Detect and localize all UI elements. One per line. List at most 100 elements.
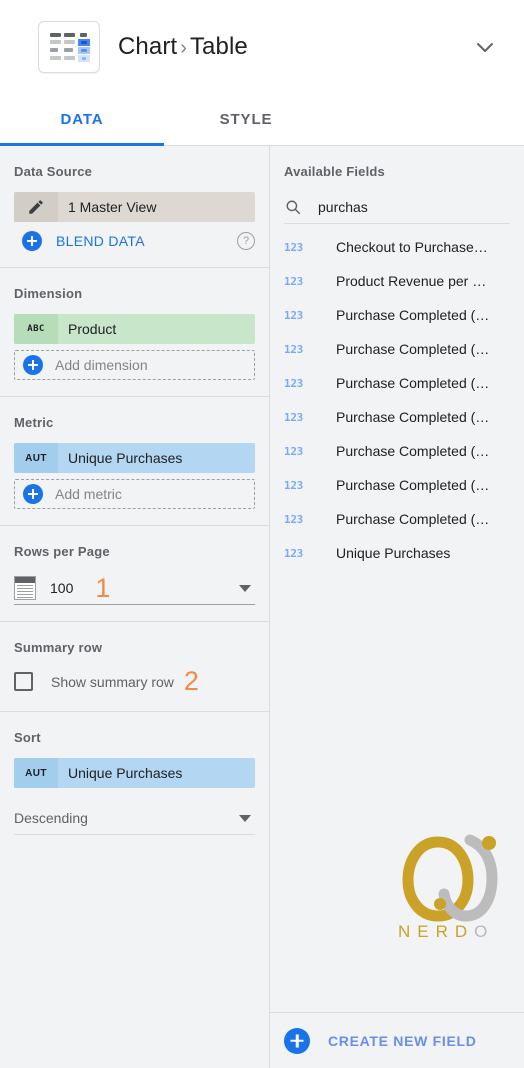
available-fields-list[interactable]: 123 Checkout to Purchase… 123 Product Re… bbox=[270, 224, 524, 1012]
tab-data[interactable]: DATA bbox=[0, 93, 164, 146]
pencil-icon[interactable] bbox=[14, 192, 58, 222]
plus-circle-icon bbox=[23, 484, 43, 504]
number-type-icon: 123 bbox=[284, 308, 303, 322]
available-fields-column: Available Fields purchas 123 Checkout to… bbox=[270, 146, 524, 1068]
list-item[interactable]: 123 Product Revenue per … bbox=[270, 264, 524, 298]
sort-direction-value: Descending bbox=[14, 810, 88, 826]
nerdo-wordmark-last: O bbox=[474, 922, 495, 941]
number-type-icon: 123 bbox=[284, 342, 303, 356]
metric-type-badge: AUT bbox=[14, 443, 58, 473]
question-mark-icon[interactable]: ? bbox=[237, 232, 255, 250]
number-type-icon: 123 bbox=[284, 410, 303, 424]
add-metric-label: Add metric bbox=[55, 486, 122, 502]
sort-direction-select[interactable]: Descending bbox=[14, 802, 255, 835]
list-item[interactable]: 123 Purchase Completed (… bbox=[270, 502, 524, 536]
show-summary-row-row[interactable]: Show summary row 2 bbox=[14, 668, 255, 695]
field-search-input[interactable]: purchas bbox=[318, 199, 368, 215]
list-item[interactable]: 123 Purchase Completed (… bbox=[270, 468, 524, 502]
metric-chip-name: Unique Purchases bbox=[68, 450, 183, 466]
field-name: Checkout to Purchase… bbox=[336, 239, 488, 255]
breadcrumb-separator-icon: › bbox=[180, 36, 187, 59]
create-new-field-button[interactable]: CREATE NEW FIELD bbox=[270, 1012, 524, 1068]
sort-type-badge: AUT bbox=[14, 758, 58, 788]
sort-chip[interactable]: AUT Unique Purchases bbox=[14, 758, 255, 788]
field-name: Purchase Completed (… bbox=[336, 477, 490, 493]
sort-chip-name: Unique Purchases bbox=[68, 765, 183, 781]
dimension-type-badge: ABC bbox=[14, 314, 58, 344]
list-item[interactable]: 123 Purchase Completed (… bbox=[270, 366, 524, 400]
number-type-icon: 123 bbox=[284, 512, 303, 526]
field-name: Purchase Completed (… bbox=[336, 409, 490, 425]
number-type-icon: 123 bbox=[284, 546, 303, 560]
tab-style-label: STYLE bbox=[219, 110, 273, 128]
question-mark-glyph: ? bbox=[242, 235, 250, 247]
list-item[interactable]: 123 Checkout to Purchase… bbox=[270, 230, 524, 264]
add-dimension-label: Add dimension bbox=[55, 357, 148, 373]
nerdo-logo: NERDO bbox=[392, 828, 522, 948]
properties-column: Data Source 1 Master View BLEND DATA ? D… bbox=[0, 146, 270, 1068]
list-item[interactable]: 123 Purchase Completed (… bbox=[270, 434, 524, 468]
number-type-icon: 123 bbox=[284, 444, 303, 458]
section-sort: Sort AUT Unique Purchases Descending bbox=[0, 712, 269, 851]
panel-body: Data Source 1 Master View BLEND DATA ? D… bbox=[0, 146, 524, 1068]
chevron-down-icon[interactable] bbox=[468, 30, 502, 64]
available-fields-label: Available Fields bbox=[284, 164, 385, 179]
pencil-glyph bbox=[29, 200, 43, 214]
caret-down-icon[interactable] bbox=[239, 584, 251, 592]
tab-style[interactable]: STYLE bbox=[164, 93, 328, 145]
field-name: Purchase Completed (… bbox=[336, 307, 490, 323]
list-item[interactable]: 123 Unique Purchases bbox=[270, 536, 524, 570]
chevron-down-glyph bbox=[477, 42, 493, 52]
data-source-label: Data Source bbox=[14, 164, 93, 179]
table-chart-glyph bbox=[50, 32, 90, 62]
blend-data-row[interactable]: BLEND DATA ? bbox=[14, 231, 255, 251]
field-name: Unique Purchases bbox=[336, 545, 451, 561]
search-icon bbox=[286, 200, 301, 214]
field-name: Purchase Completed (… bbox=[336, 375, 490, 391]
title-table-label: Table bbox=[189, 32, 248, 60]
sort-label: Sort bbox=[14, 730, 41, 745]
data-source-name: 1 Master View bbox=[68, 199, 157, 215]
field-name: Product Revenue per … bbox=[336, 273, 487, 289]
chart-properties-panel: Chart › Table DATA STYLE Data Source 1 M… bbox=[0, 0, 524, 1068]
add-metric-button[interactable]: Add metric bbox=[14, 479, 255, 509]
rows-per-page-label: Rows per Page bbox=[14, 544, 110, 559]
plus-circle-icon[interactable] bbox=[22, 231, 42, 251]
rows-icon bbox=[14, 576, 36, 600]
show-summary-row-checkbox[interactable] bbox=[14, 672, 33, 691]
table-chart-icon[interactable] bbox=[38, 20, 100, 73]
field-search-row[interactable]: purchas bbox=[284, 190, 510, 224]
caret-down-icon[interactable] bbox=[239, 814, 251, 822]
field-name: Purchase Completed (… bbox=[336, 511, 490, 527]
metric-chip[interactable]: AUT Unique Purchases bbox=[14, 443, 255, 473]
blend-data-label: BLEND DATA bbox=[56, 233, 145, 249]
dimension-chip-name: Product bbox=[68, 321, 117, 337]
panel-header: Chart › Table bbox=[0, 0, 524, 93]
data-source-chip[interactable]: 1 Master View bbox=[14, 192, 255, 222]
annotation-marker-2: 2 bbox=[183, 666, 199, 696]
create-new-field-label: CREATE NEW FIELD bbox=[328, 1032, 477, 1049]
metric-label: Metric bbox=[14, 415, 54, 430]
section-rows-per-page: Rows per Page 100 1 bbox=[0, 526, 269, 622]
plus-circle-icon bbox=[23, 355, 43, 375]
section-data-source: Data Source 1 Master View BLEND DATA ? bbox=[0, 146, 269, 268]
rows-per-page-value: 100 bbox=[50, 580, 74, 596]
tab-data-label: DATA bbox=[60, 110, 104, 128]
list-item[interactable]: 123 Purchase Completed (… bbox=[270, 332, 524, 366]
list-item[interactable]: 123 Purchase Completed (… bbox=[270, 298, 524, 332]
nerdo-logo-mark bbox=[402, 834, 498, 922]
field-name: Purchase Completed (… bbox=[336, 443, 490, 459]
nerdo-wordmark-main: NERD bbox=[398, 922, 475, 941]
section-summary-row: Summary row Show summary row 2 bbox=[0, 622, 269, 712]
title-chart-label: Chart bbox=[118, 32, 178, 60]
list-item[interactable]: 123 Purchase Completed (… bbox=[270, 400, 524, 434]
dimension-chip[interactable]: ABC Product bbox=[14, 314, 255, 344]
number-type-icon: 123 bbox=[284, 376, 303, 390]
rows-per-page-select[interactable]: 100 1 bbox=[14, 572, 255, 605]
field-name: Purchase Completed (… bbox=[336, 341, 490, 357]
nerdo-wordmark: NERDO bbox=[398, 922, 494, 942]
add-dimension-button[interactable]: Add dimension bbox=[14, 350, 255, 380]
show-summary-row-label: Show summary row bbox=[51, 673, 174, 690]
number-type-icon: 123 bbox=[284, 274, 303, 288]
dimension-label: Dimension bbox=[14, 286, 83, 301]
